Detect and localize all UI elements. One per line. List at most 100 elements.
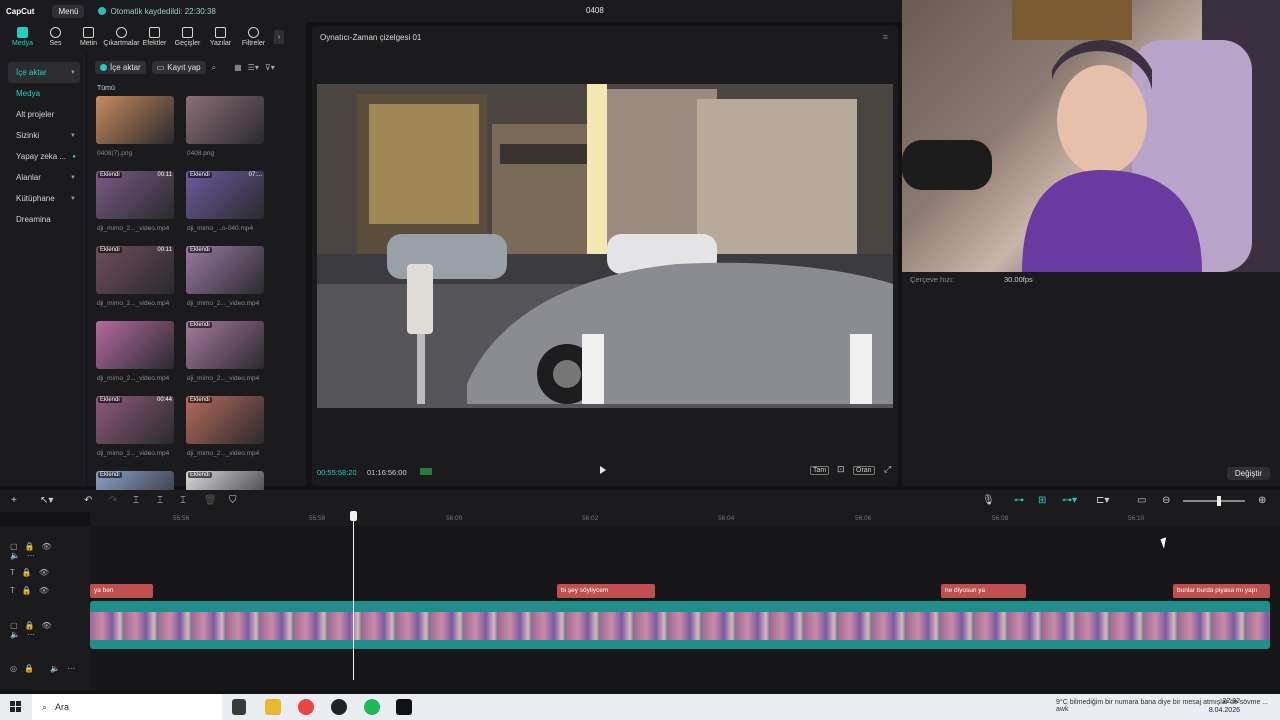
tool-media[interactable]: Medya xyxy=(6,22,39,47)
caption-icon[interactable]: ▭ xyxy=(1137,495,1146,506)
added-badge: Eklendi xyxy=(188,247,212,253)
video-preview[interactable] xyxy=(317,84,893,408)
sidebar-item-subprojects[interactable]: Alt projeler xyxy=(8,104,80,125)
obs-icon[interactable] xyxy=(331,699,347,715)
tool-captions[interactable]: Yazılar xyxy=(204,22,237,47)
task-view-icon[interactable] xyxy=(232,699,246,715)
sidebar-item-label: Alt projeler xyxy=(16,110,55,119)
filter-icon[interactable]: ⊽▾ xyxy=(265,63,275,72)
properties-panel: Çerçeve hızı: 30.00fps Değiştir xyxy=(902,272,1280,486)
media-thumbnail[interactable] xyxy=(96,321,174,369)
playhead[interactable] xyxy=(353,512,354,680)
tool-audio[interactable]: Ses xyxy=(39,22,72,47)
magnet-icon[interactable]: ⊞ xyxy=(1038,495,1046,506)
delete-icon[interactable]: 🗑 xyxy=(204,495,217,506)
clock[interactable]: 22:32 8.04.2026 xyxy=(1209,697,1240,715)
timeline-ruler[interactable]: 55:56 55:58 56:00 56:02 56:04 56:06 56:0… xyxy=(90,512,1280,526)
ratio-button[interactable]: Oran xyxy=(853,466,875,475)
split-left-icon[interactable]: ⌶ xyxy=(157,495,163,506)
text-clip[interactable]: bi şey söyliycem xyxy=(557,584,655,598)
record-button[interactable]: ▭ Kayıt yap xyxy=(151,61,206,74)
media-thumbnail[interactable]: Eklendi 00:44 xyxy=(96,396,174,444)
app-logo: CapCut xyxy=(6,6,35,16)
expand-icon[interactable]: ⤢ xyxy=(882,464,893,475)
sidebar-item-dreamina[interactable]: Dreamina xyxy=(8,209,80,230)
tray-notification[interactable]: 9°C bilmediğim bir numara bana diye bir … xyxy=(1056,699,1280,713)
media-thumbnail[interactable]: Eklendi xyxy=(186,246,264,294)
tool-text[interactable]: Metin xyxy=(72,22,105,47)
play-button[interactable] xyxy=(600,466,606,474)
captions-icon xyxy=(215,27,226,38)
ruler-tick: 56:00 xyxy=(446,515,463,522)
taskbar-search[interactable]: ⌕ Ara xyxy=(32,694,222,720)
sidebar-item-import[interactable]: İçe aktar ▼ xyxy=(8,62,80,83)
media-filename: 0408(7).png xyxy=(97,150,133,157)
media-thumbnail[interactable]: Eklendi xyxy=(186,321,264,369)
chevron-down-icon: ▼ xyxy=(70,195,76,202)
add-icon[interactable]: + xyxy=(11,495,17,506)
playhead-handle[interactable] xyxy=(350,511,357,521)
split-icon[interactable]: ⌶ xyxy=(133,495,139,506)
track-controls-text[interactable]: T🔒👁 xyxy=(10,568,56,577)
sort-icon[interactable]: ☰▾ xyxy=(248,63,259,72)
undo-icon[interactable]: ↶ xyxy=(84,495,92,506)
media-thumbnail[interactable]: Eklendi 00:11 xyxy=(96,246,174,294)
zoom-slider-handle[interactable] xyxy=(1217,496,1221,506)
shield-icon[interactable]: ⛉ xyxy=(229,495,237,506)
tool-stickers[interactable]: Çıkartmalar xyxy=(103,22,140,47)
track-controls-video[interactable]: ▢🔒👁🔈⋯ xyxy=(10,621,90,639)
change-button[interactable]: Değiştir xyxy=(1226,467,1270,480)
windows-start-icon[interactable] xyxy=(10,701,21,712)
sidebar-item-yours[interactable]: Sizinki ▼ xyxy=(8,125,80,146)
link-icon[interactable]: ⊶ xyxy=(1014,495,1024,506)
chrome-icon[interactable] xyxy=(298,699,314,715)
tool-filters[interactable]: Filtreler xyxy=(237,22,270,47)
media-actions: İçe aktar ▭ Kayıt yap ⌕ ▦ ☰▾ ⊽▾ xyxy=(87,52,306,74)
sidebar-item-media[interactable]: Medya xyxy=(8,83,80,104)
ruler-tick: 56:02 xyxy=(582,515,599,522)
zoom-out-icon[interactable]: ⊖ xyxy=(1162,495,1170,506)
tool-transitions[interactable]: Geçişler xyxy=(171,22,204,47)
zoom-slider[interactable] xyxy=(1183,500,1245,502)
split-right-icon[interactable]: ⌶ xyxy=(180,495,186,506)
redo-icon[interactable]: ↷ xyxy=(109,495,117,506)
added-badge: Eklendi xyxy=(188,322,212,328)
preview-axis-icon[interactable]: ⊏▾ xyxy=(1096,495,1109,506)
media-thumbnail[interactable]: Eklendi 00:11 xyxy=(96,171,174,219)
video-clip[interactable] xyxy=(90,601,1270,649)
grid-view-icon[interactable]: ▦ xyxy=(234,63,242,72)
sidebar-item-label: İçe aktar xyxy=(16,68,47,77)
media-thumbnail[interactable]: Eklendi xyxy=(186,396,264,444)
text-clip[interactable]: ne diyosun ya xyxy=(941,584,1026,598)
sidebar-item-ai[interactable]: Yapay zeka ... ● xyxy=(8,146,80,167)
tool-label: Medya xyxy=(11,40,33,47)
zoom-in-icon[interactable]: ⊕ xyxy=(1258,495,1266,506)
record-label: Kayıt yap xyxy=(167,63,201,72)
microphone-icon[interactable]: 🎙 xyxy=(982,495,995,506)
menu-button[interactable]: Menü xyxy=(52,4,85,18)
text-clip[interactable]: ya ben xyxy=(90,584,153,598)
track-controls-audio[interactable]: ◎🔒 🔈⋯ xyxy=(10,664,82,673)
file-explorer-icon[interactable] xyxy=(265,699,281,715)
snapshot-icon[interactable]: ⊡ xyxy=(835,464,847,475)
weather-text: 9°C xyxy=(1056,699,1068,706)
snap-icon[interactable]: ⊶▾ xyxy=(1062,495,1077,506)
sidebar-item-library[interactable]: Kütüphane ▼ xyxy=(8,188,80,209)
text-clip[interactable]: bunlar burda piyasa mı yapı xyxy=(1173,584,1270,598)
track-controls-caption[interactable]: T🔒👁 xyxy=(10,586,56,595)
track-controls-overlay[interactable]: ▢🔒👁🔈⋯ xyxy=(10,542,90,560)
tool-effects[interactable]: Efektler xyxy=(138,22,171,47)
menu-icon[interactable]: ≡ xyxy=(883,32,888,42)
import-button[interactable]: İçe aktar xyxy=(95,61,146,74)
toolbar-more-button[interactable]: › xyxy=(274,30,284,44)
media-thumbnail[interactable] xyxy=(186,96,264,144)
capcut-taskbar-icon[interactable] xyxy=(396,699,412,715)
sidebar-item-spaces[interactable]: Alanlar ▼ xyxy=(8,167,80,188)
media-thumbnail[interactable]: Eklendi 07:... xyxy=(186,171,264,219)
audio-meter-icon xyxy=(420,468,432,475)
fullscreen-mode-button[interactable]: Tam xyxy=(810,466,830,475)
search-icon[interactable]: ⌕ xyxy=(212,63,216,73)
select-tool-icon[interactable]: ↖▾ xyxy=(40,495,53,506)
media-thumbnail[interactable] xyxy=(96,96,174,144)
spotify-icon[interactable] xyxy=(364,699,380,715)
